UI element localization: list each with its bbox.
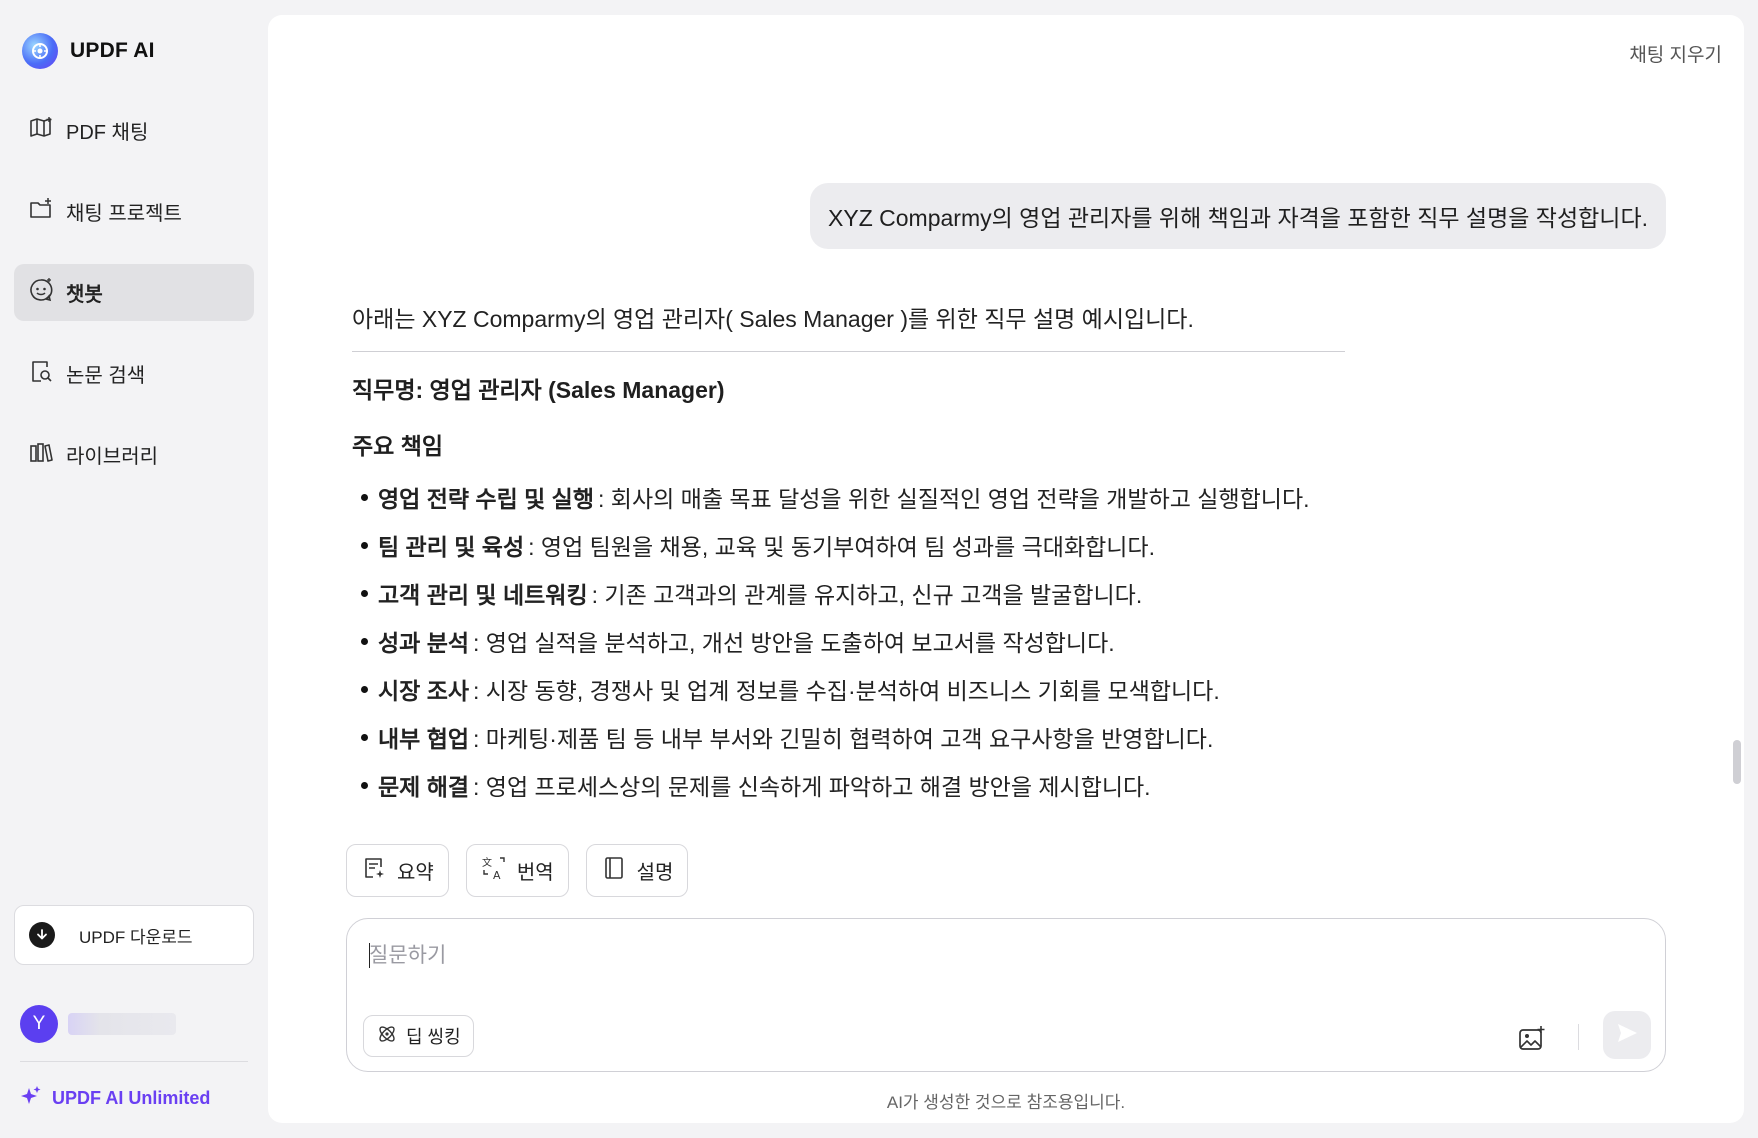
sparkle-icon <box>20 1085 42 1112</box>
list-item: 내부 협업: 마케팅·제품 팀 등 내부 부서와 긴밀히 협력하여 고객 요구사… <box>352 713 1352 761</box>
clear-chat-button[interactable]: 채팅 지우기 <box>1629 40 1722 67</box>
folder-plus-icon <box>28 196 54 228</box>
list-item: 성과 분석: 영업 실적을 분석하고, 개선 방안을 도출하여 보고서를 작성합… <box>352 617 1352 665</box>
item-text: : 기존 고객과의 관계를 유지하고, 신규 고객을 발굴합니다. <box>591 582 1143 608</box>
sidebar-item-paper-search[interactable]: 논문 검색 <box>14 345 254 402</box>
send-button[interactable] <box>1603 1011 1651 1059</box>
bullet-icon <box>361 493 368 501</box>
action-label: 설명 <box>636 862 674 884</box>
download-updf-button[interactable]: UPDF 다운로드 <box>14 905 254 965</box>
bullet-icon <box>361 685 368 693</box>
item-title: 내부 협업 <box>378 726 470 752</box>
responsibilities-list: 영업 전략 수립 및 실행: 회사의 매출 목표 달성을 위한 실질적인 영업 … <box>352 473 1352 809</box>
translate-button[interactable]: 文A 번역 <box>465 844 569 897</box>
divider <box>1578 1024 1579 1050</box>
updf-ai-logo-icon <box>22 33 58 69</box>
download-icon <box>29 922 55 948</box>
translate-icon: 文A <box>481 855 507 887</box>
assistant-answer: 아래는 XYZ Comparmy의 영업 관리자( Sales Manager … <box>352 300 1352 809</box>
item-title: 영업 전략 수립 및 실행 <box>378 486 595 512</box>
sidebar-item-pdf-chat[interactable]: PDF 채팅 <box>14 102 254 159</box>
item-text: : 영업 실적을 분석하고, 개선 방안을 도출하여 보고서를 작성합니다. <box>473 630 1115 656</box>
deep-think-label: 딥 씽킹 <box>406 1027 461 1047</box>
unlimited-label: UPDF AI Unlimited <box>52 1088 211 1108</box>
bullet-icon <box>361 733 368 741</box>
item-title: 문제 해결 <box>378 774 470 800</box>
item-title: 시장 조사 <box>378 678 470 704</box>
app-name: UPDF AI <box>70 39 155 62</box>
message-composer: 딥 씽킹 <box>346 918 1666 1072</box>
search-paper-icon <box>28 358 54 390</box>
bullet-icon <box>361 637 368 645</box>
summary-icon <box>361 855 387 887</box>
item-text: : 영업 팀원을 채용, 교육 및 동기부여하여 팀 성과를 극대화합니다. <box>528 534 1155 560</box>
sidebar-item-chat-project[interactable]: 채팅 프로젝트 <box>14 183 254 240</box>
bullet-icon <box>361 541 368 549</box>
updf-ai-unlimited-link[interactable]: UPDF AI Unlimited <box>20 1085 210 1112</box>
divider <box>352 351 1345 352</box>
item-title: 고객 관리 및 네트워킹 <box>378 582 588 608</box>
deep-thinking-toggle[interactable]: 딥 씽킹 <box>363 1015 474 1057</box>
download-label: UPDF 다운로드 <box>79 927 193 947</box>
explain-button[interactable]: 설명 <box>585 844 689 897</box>
sidebar: UPDF AI PDF 채팅 채팅 프로젝트 챗봇 논문 검색 라이브러리 UP… <box>0 0 268 1138</box>
action-label: 요약 <box>397 862 434 884</box>
item-text: : 마케팅·제품 팀 등 내부 부서와 긴밀히 협력하여 고객 요구사항을 반영… <box>473 726 1214 752</box>
sidebar-item-label: 채팅 프로젝트 <box>66 203 182 225</box>
chat-panel: 채팅 지우기 XYZ Comparmy의 영업 관리자를 위해 책임과 자격을 … <box>268 15 1744 1123</box>
user-name-redacted <box>68 1013 176 1035</box>
action-label: 번역 <box>516 862 554 884</box>
svg-text:文: 文 <box>482 856 492 869</box>
ai-disclaimer: AI가 생성한 것으로 참조용입니다. <box>886 1093 1126 1112</box>
answer-intro: 아래는 XYZ Comparmy의 영업 관리자( Sales Manager … <box>352 306 1194 332</box>
quick-actions: 요약 文A 번역 설명 <box>346 844 689 897</box>
sidebar-item-label: 라이브러리 <box>66 446 158 468</box>
image-upload-icon[interactable] <box>1517 1024 1547 1054</box>
sidebar-item-label: 논문 검색 <box>66 365 146 387</box>
item-title: 팀 관리 및 육성 <box>378 534 525 560</box>
summarize-button[interactable]: 요약 <box>346 844 449 897</box>
bullet-icon <box>361 781 368 789</box>
job-title-heading: 직무명: 영업 관리자 (Sales Manager) <box>352 377 725 403</box>
user-message-bubble: XYZ Comparmy의 영업 관리자를 위해 책임과 자격을 포함한 직무 … <box>810 183 1666 249</box>
chatbot-icon <box>28 277 54 309</box>
text-cursor <box>369 943 370 968</box>
book-open-icon <box>28 115 54 147</box>
list-item: 고객 관리 및 네트워킹: 기존 고객과의 관계를 유지하고, 신규 고객을 발… <box>352 569 1352 617</box>
sidebar-divider <box>20 1061 248 1062</box>
sidebar-item-library[interactable]: 라이브러리 <box>14 426 254 483</box>
user-account[interactable]: Y <box>20 1005 176 1043</box>
scrollbar-thumb[interactable] <box>1733 740 1741 784</box>
bullet-icon <box>361 589 368 597</box>
library-icon <box>28 439 54 471</box>
responsibilities-heading: 주요 책임 <box>352 433 444 459</box>
item-text: : 시장 동향, 경쟁사 및 업계 정보를 수집·분석하여 비즈니스 기회를 모… <box>473 678 1220 704</box>
svg-text:A: A <box>493 869 501 881</box>
avatar: Y <box>20 1005 58 1043</box>
atom-icon <box>376 1023 398 1050</box>
item-text: : 영업 프로세스상의 문제를 신속하게 파악하고 해결 방안을 제시합니다. <box>473 774 1151 800</box>
item-title: 성과 분석 <box>378 630 470 656</box>
list-item: 문제 해결: 영업 프로세스상의 문제를 신속하게 파악하고 해결 방안을 제시… <box>352 761 1352 809</box>
list-item: 팀 관리 및 육성: 영업 팀원을 채용, 교육 및 동기부여하여 팀 성과를 … <box>352 521 1352 569</box>
item-text: : 회사의 매출 목표 달성을 위한 실질적인 영업 전략을 개발하고 실행합니… <box>598 486 1310 512</box>
list-item: 시장 조사: 시장 동향, 경쟁사 및 업계 정보를 수집·분석하여 비즈니스 … <box>352 665 1352 713</box>
sidebar-item-chatbot[interactable]: 챗봇 <box>14 264 254 321</box>
sidebar-item-label: PDF 채팅 <box>66 122 149 144</box>
book-icon <box>601 855 627 887</box>
list-item: 영업 전략 수립 및 실행: 회사의 매출 목표 달성을 위한 실질적인 영업 … <box>352 473 1352 521</box>
question-input[interactable] <box>369 939 1619 973</box>
sidebar-item-label: 챗봇 <box>66 284 103 306</box>
send-icon <box>1615 1021 1639 1050</box>
app-logo[interactable]: UPDF AI <box>22 33 155 69</box>
sidebar-nav: PDF 채팅 채팅 프로젝트 챗봇 논문 검색 라이브러리 <box>14 102 254 507</box>
